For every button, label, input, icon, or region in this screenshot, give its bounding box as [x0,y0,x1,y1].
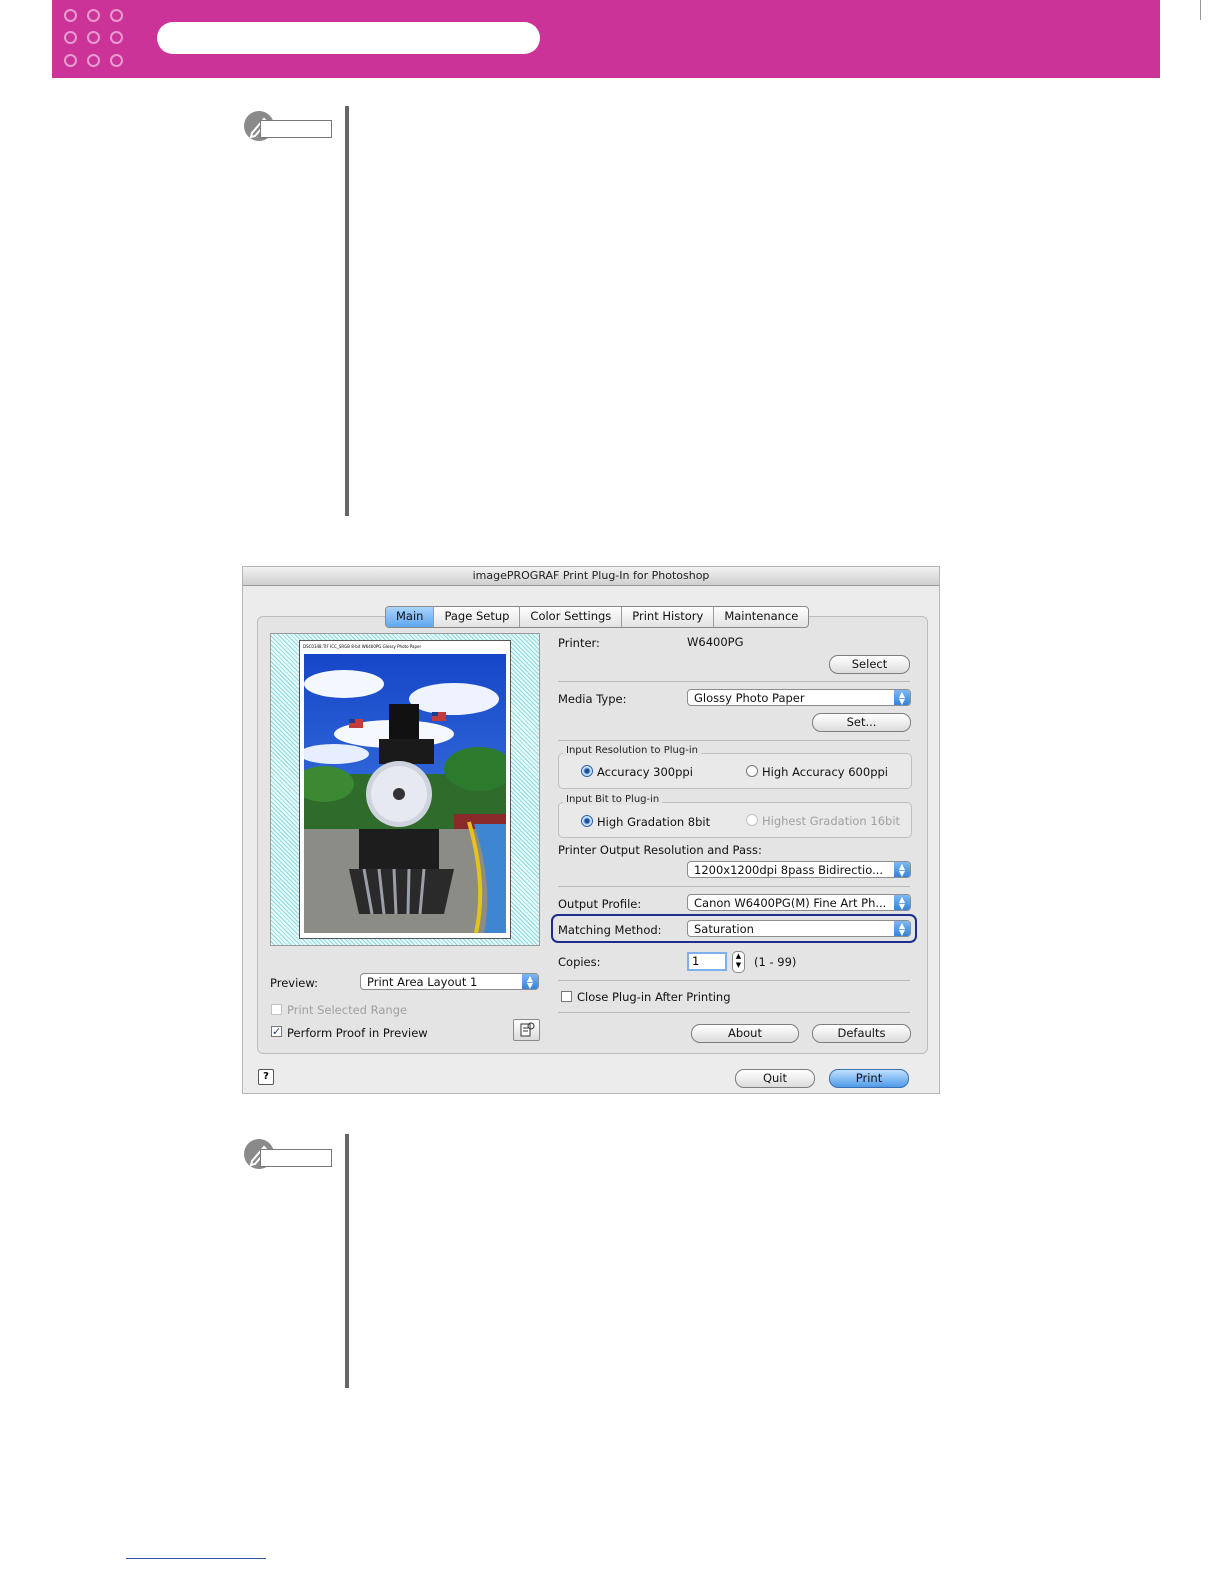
decorative-circle-icon [87,31,100,44]
document-settings-icon [520,1022,535,1037]
media-type-value: Glossy Photo Paper [694,691,805,705]
tab-color-settings[interactable]: Color Settings [520,607,623,627]
high-accuracy-600ppi-radio[interactable] [746,765,758,777]
defaults-button[interactable]: Defaults [812,1024,911,1043]
copies-stepper[interactable]: ▲ ▼ [732,951,745,973]
decorative-circle-icon [64,31,77,44]
printer-label: Printer: [558,636,600,650]
high-gradation-8bit-radio[interactable] [581,815,593,827]
tab-bar: Main Page Setup Color Settings Print His… [385,606,810,628]
chevron-updown-icon: ▲ ▼ [894,921,910,936]
copies-range: (1 - 99) [754,955,797,969]
divider [558,886,910,887]
media-set-button[interactable]: Set... [812,713,911,732]
output-resolution-label: Printer Output Resolution and Pass: [558,843,762,857]
perform-proof-checkbox[interactable]: ✓ [271,1026,282,1037]
divider [558,980,910,981]
print-plugin-dialog: imagePROGRAF Print Plug-In for Photoshop… [242,566,940,1094]
media-type-popup[interactable]: Glossy Photo Paper ▲ ▼ [687,689,911,706]
output-resolution-popup[interactable]: 1200x1200dpi 8pass Bidirectio... ▲ ▼ [687,861,911,878]
printer-value: W6400PG [687,635,744,649]
tab-page-setup[interactable]: Page Setup [434,607,521,627]
accuracy-300ppi-radio[interactable] [581,765,593,777]
divider [558,681,910,682]
note-label-box [260,120,332,138]
media-type-label: Media Type: [558,692,627,706]
input-bit-title: Input Bit to Plug-in [563,794,663,805]
high-gradation-8bit-label: High Gradation 8bit [597,815,711,829]
dialog-title: imagePROGRAF Print Plug-In for Photoshop [243,567,939,586]
highest-gradation-16bit-label: Highest Gradation 16bit [762,814,901,828]
note-divider [345,106,349,516]
preview-photo [304,654,506,933]
close-plugin-checkbox[interactable] [561,991,572,1002]
chevron-updown-icon: ▲ ▼ [894,895,910,910]
chevron-updown-icon: ▲ ▼ [522,974,538,989]
preview-label: Preview: [270,976,319,990]
matching-method-value: Saturation [694,922,754,936]
preview-header-text: DSC0348.TIF ICC_SRGB 8-bit W6400PG Gloss… [303,644,422,649]
accuracy-300ppi-label: Accuracy 300ppi [597,765,693,779]
header-title-pill [157,22,540,54]
output-profile-label: Output Profile: [558,897,642,911]
quit-button[interactable]: Quit [735,1069,815,1088]
note-label-box [260,1149,332,1167]
decorative-circle-icon [87,54,100,67]
preview-popup[interactable]: Print Area Layout 1 ▲ ▼ [360,973,539,990]
decorative-circle-icon [110,54,123,67]
copies-input[interactable]: 1 [687,952,727,971]
preview-area: DSC0348.TIF ICC_SRGB 8-bit W6400PG Gloss… [270,633,540,946]
preview-popup-value: Print Area Layout 1 [367,975,478,989]
page-edge-mark [1200,0,1201,20]
select-printer-button[interactable]: Select [829,655,910,674]
decorative-circle-icon [110,31,123,44]
print-selected-range-checkbox[interactable] [271,1004,282,1015]
highest-gradation-16bit-radio[interactable] [746,814,758,826]
close-plugin-label: Close Plug-in After Printing [577,990,731,1004]
chevron-updown-icon: ▲ ▼ [894,690,910,705]
proof-settings-button[interactable] [513,1019,540,1041]
divider [558,1012,910,1013]
matching-method-popup[interactable]: Saturation ▲ ▼ [687,920,911,937]
about-button[interactable]: About [691,1024,799,1043]
chevron-updown-icon: ▲ ▼ [894,862,910,877]
note-divider [345,1134,349,1388]
print-selected-range-label: Print Selected Range [287,1003,408,1017]
input-resolution-title: Input Resolution to Plug-in [563,745,701,756]
matching-method-label: Matching Method: [558,923,662,937]
output-profile-popup[interactable]: Canon W6400PG(M) Fine Art Ph... ▲ ▼ [687,894,911,911]
preview-paper: DSC0348.TIF ICC_SRGB 8-bit W6400PG Gloss… [299,640,511,939]
decorative-circle-icon [64,54,77,67]
decorative-circle-icon [110,9,123,22]
copies-label: Copies: [558,955,601,969]
tab-main[interactable]: Main [386,607,435,627]
output-profile-value: Canon W6400PG(M) Fine Art Ph... [694,896,887,910]
tab-print-history[interactable]: Print History [622,607,715,627]
decorative-circle-icon [64,9,77,22]
help-icon[interactable]: ? [258,1069,274,1085]
tab-maintenance[interactable]: Maintenance [714,607,808,627]
print-button[interactable]: Print [829,1069,909,1088]
output-resolution-value: 1200x1200dpi 8pass Bidirectio... [694,863,884,877]
decorative-circle-icon [87,9,100,22]
footer-rule [126,1558,266,1559]
high-accuracy-600ppi-label: High Accuracy 600ppi [762,765,888,779]
divider [558,740,910,741]
perform-proof-label: Perform Proof in Preview [287,1026,428,1040]
